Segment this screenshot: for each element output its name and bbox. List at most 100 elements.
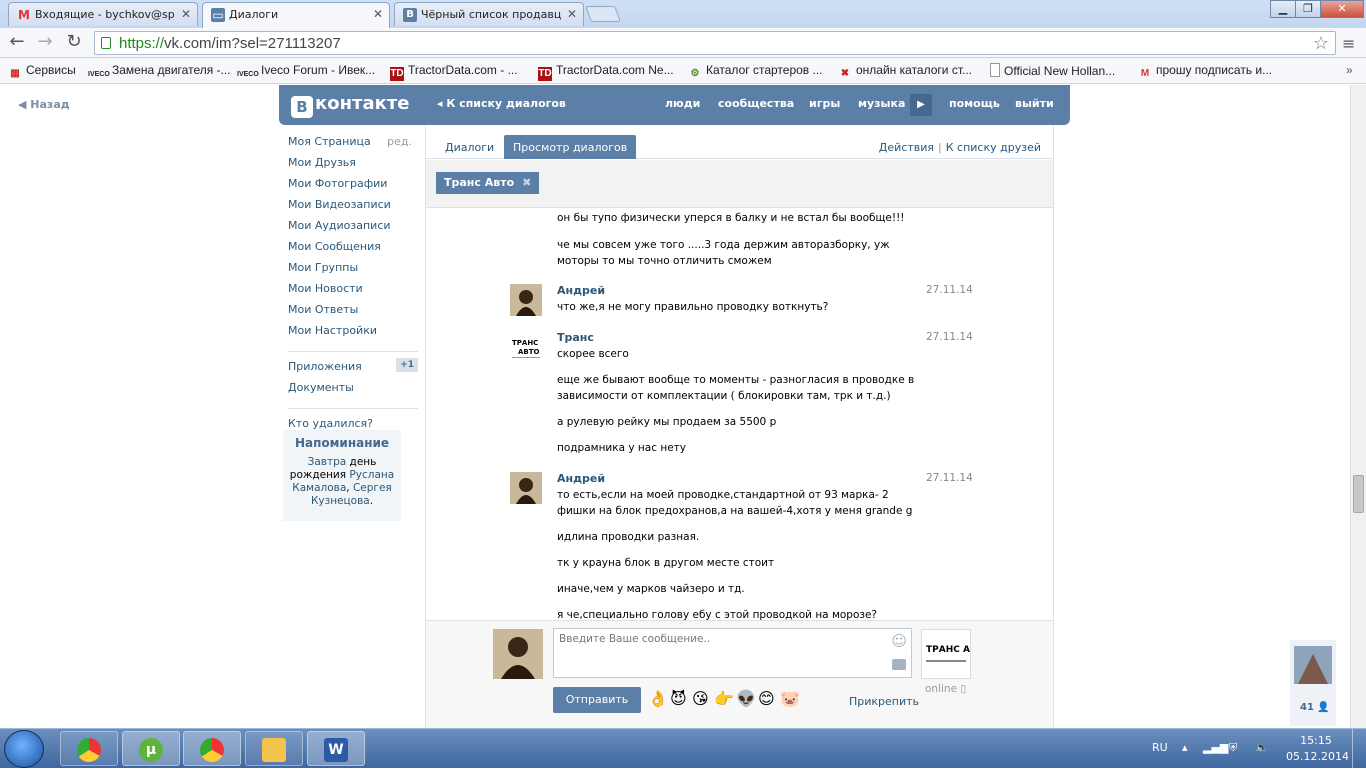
new-tab-button[interactable] bbox=[585, 6, 621, 22]
peer-chip[interactable]: Транс Авто ✖ bbox=[436, 172, 540, 194]
message-author[interactable]: Андрей bbox=[557, 284, 605, 297]
nav-help[interactable]: помощь bbox=[949, 97, 1000, 110]
taskbar-explorer[interactable] bbox=[245, 731, 303, 766]
bookmark-iveco-engine[interactable]: IVECO Замена двигателя -... bbox=[88, 63, 231, 82]
emoji-devil-icon[interactable]: 😈 bbox=[670, 689, 687, 708]
friends-widget[interactable]: 41 👤 bbox=[1290, 640, 1336, 726]
tab-dialogs-list[interactable]: Диалоги bbox=[436, 135, 503, 159]
avatar[interactable] bbox=[510, 284, 542, 316]
attach-link[interactable]: Прикрепить bbox=[849, 695, 919, 708]
back-arrow-icon[interactable]: ← bbox=[6, 32, 28, 54]
taskbar-chrome-active[interactable] bbox=[183, 731, 241, 766]
tab-dialogs[interactable]: ▭ Диалоги ✕ bbox=[202, 2, 390, 28]
bookmark-iveco-forum[interactable]: IVECO Iveco Forum - Ивек... bbox=[237, 63, 375, 82]
bookmark-gmail[interactable]: Mпрошу подписать и... bbox=[1138, 63, 1272, 81]
send-button[interactable]: Отправить bbox=[553, 687, 641, 713]
menu-videos[interactable]: Мои Видеозаписи bbox=[288, 198, 418, 219]
bookmark-label: Сервисы bbox=[26, 63, 76, 77]
message-text: он бы тупо физически уперся в балку и не… bbox=[557, 212, 905, 224]
menu-news[interactable]: Мои Новости bbox=[288, 282, 418, 303]
nav-communities[interactable]: сообщества bbox=[718, 97, 794, 110]
back-link[interactable]: ◀ Назад bbox=[18, 98, 70, 111]
emoji-smile-icon[interactable]: 😊 bbox=[758, 689, 775, 708]
page-scrollbar[interactable] bbox=[1350, 85, 1366, 728]
menu-photos[interactable]: Мои Фотографии bbox=[288, 177, 418, 198]
tab-blacklist[interactable]: B Чёрный список продавц ✕ bbox=[394, 2, 584, 26]
nav-people[interactable]: люди bbox=[665, 97, 700, 110]
emoji-point-icon[interactable]: 👉 bbox=[714, 689, 734, 708]
bookmark-tractordata-new[interactable]: TD TractorData.com Ne... bbox=[538, 63, 674, 81]
message-author[interactable]: Транс bbox=[557, 331, 594, 344]
clock[interactable]: 15:15 05.12.2014 bbox=[1286, 733, 1349, 765]
security-icon[interactable]: ⛨ bbox=[1229, 741, 1237, 755]
back-to-dialogs-link[interactable]: ◂ К списку диалогов bbox=[437, 97, 566, 110]
taskbar-chrome[interactable] bbox=[60, 731, 118, 766]
nav-games[interactable]: игры bbox=[809, 97, 840, 110]
menu-documents[interactable]: Документы bbox=[288, 381, 418, 402]
tab-gmail[interactable]: M Входящие - bychkov@sp ✕ bbox=[8, 2, 198, 26]
taskbar-word[interactable]: W bbox=[307, 731, 365, 766]
menu-apps[interactable]: Приложения +1 bbox=[288, 358, 418, 381]
avatar[interactable]: ТРАНС АВТО bbox=[510, 331, 542, 363]
emoji-alien-icon[interactable]: 👽 bbox=[736, 689, 756, 708]
nav-music[interactable]: музыка bbox=[858, 97, 905, 110]
language-indicator[interactable]: RU bbox=[1152, 741, 1168, 754]
bookmark-star-icon[interactable]: ☆ bbox=[1313, 33, 1329, 54]
bookmark-newholland[interactable]: Official New Hollan... bbox=[990, 63, 1115, 78]
peer-avatar[interactable]: ТРАНС АВТО bbox=[921, 629, 991, 679]
play-icon[interactable]: ▶ bbox=[910, 94, 932, 116]
menu-settings[interactable]: Мои Настройки bbox=[288, 324, 418, 345]
close-icon[interactable]: ✕ bbox=[373, 7, 383, 21]
my-avatar[interactable] bbox=[493, 629, 543, 679]
smile-icon[interactable]: ☺ bbox=[891, 632, 907, 650]
bookmark-label: Каталог стартеров ... bbox=[706, 63, 823, 77]
address-bar[interactable]: https://vk.com/im?sel=271113207 ☆ bbox=[94, 31, 1336, 55]
emoji-kiss-icon[interactable]: 😘 bbox=[692, 689, 709, 708]
emoji-pig-icon[interactable]: 🐷 bbox=[780, 689, 800, 708]
forward-arrow-icon[interactable]: → bbox=[34, 32, 56, 54]
bookmark-label: Iveco Forum - Ивек... bbox=[261, 63, 376, 77]
camera-icon[interactable] bbox=[892, 659, 906, 670]
bookmark-services[interactable]: ▦ Сервисы bbox=[8, 63, 76, 81]
start-button[interactable] bbox=[4, 730, 44, 768]
taskbar-utorrent[interactable]: µ bbox=[122, 731, 180, 766]
message-text: подрамника у нас нету bbox=[557, 442, 686, 454]
reload-icon[interactable]: ↻ bbox=[63, 32, 85, 54]
tray-expand-icon[interactable]: ▴ bbox=[1182, 741, 1188, 754]
vk-logo[interactable]: Вконтакте bbox=[291, 93, 409, 118]
message-input[interactable]: Введите Ваше сообщение.. ☺ bbox=[553, 628, 912, 678]
minimize-button[interactable]: ▁ bbox=[1270, 0, 1296, 18]
close-window-button[interactable]: ✕ bbox=[1320, 0, 1364, 18]
message-date: 27.11.14 bbox=[926, 331, 973, 343]
menu-answers[interactable]: Мои Ответы bbox=[288, 303, 418, 324]
menu-icon[interactable]: ≡ bbox=[1342, 34, 1355, 53]
bookmark-tractordata[interactable]: TD TractorData.com - ... bbox=[390, 63, 518, 81]
avatar[interactable] bbox=[510, 472, 542, 504]
show-desktop-button[interactable] bbox=[1352, 729, 1366, 769]
menu-friends[interactable]: Мои Друзья bbox=[288, 156, 418, 177]
catalog-icon: ✖ bbox=[840, 68, 850, 79]
volume-icon[interactable]: 🔈 bbox=[1255, 741, 1269, 754]
nav-logout[interactable]: выйти bbox=[1015, 97, 1054, 110]
emoji-ok-icon[interactable]: 👌 bbox=[648, 689, 668, 708]
bookmark-catalogs[interactable]: ✖ онлайн каталоги ст... bbox=[838, 63, 972, 81]
edit-link[interactable]: ред. bbox=[387, 135, 412, 148]
menu-messages[interactable]: Мои Сообщения bbox=[288, 240, 418, 261]
tab-view-dialogs[interactable]: Просмотр диалогов bbox=[504, 135, 637, 159]
header-back-label: К списку диалогов bbox=[446, 97, 566, 110]
tomorrow-link[interactable]: Завтра bbox=[308, 456, 347, 468]
close-icon[interactable]: ✕ bbox=[181, 7, 191, 21]
scrollbar-thumb[interactable] bbox=[1353, 475, 1364, 513]
menu-groups[interactable]: Мои Группы bbox=[288, 261, 418, 282]
menu-audios[interactable]: Мои Аудиозаписи bbox=[288, 219, 418, 240]
message-author[interactable]: Андрей bbox=[557, 472, 605, 485]
close-icon[interactable]: ✖ bbox=[522, 176, 531, 189]
more-bookmarks-icon[interactable]: » bbox=[1346, 63, 1353, 77]
maximize-button[interactable]: ❐ bbox=[1295, 0, 1321, 18]
bookmark-starters[interactable]: ⚙ Каталог стартеров ... bbox=[688, 63, 823, 81]
close-icon[interactable]: ✕ bbox=[567, 7, 577, 21]
menu-my-page[interactable]: Моя Страница ред. bbox=[288, 135, 418, 156]
signal-icon[interactable]: ▂▄▆ bbox=[1203, 741, 1228, 754]
friends-list-link[interactable]: К списку друзей bbox=[946, 141, 1041, 154]
actions-link[interactable]: Действия bbox=[879, 141, 934, 154]
